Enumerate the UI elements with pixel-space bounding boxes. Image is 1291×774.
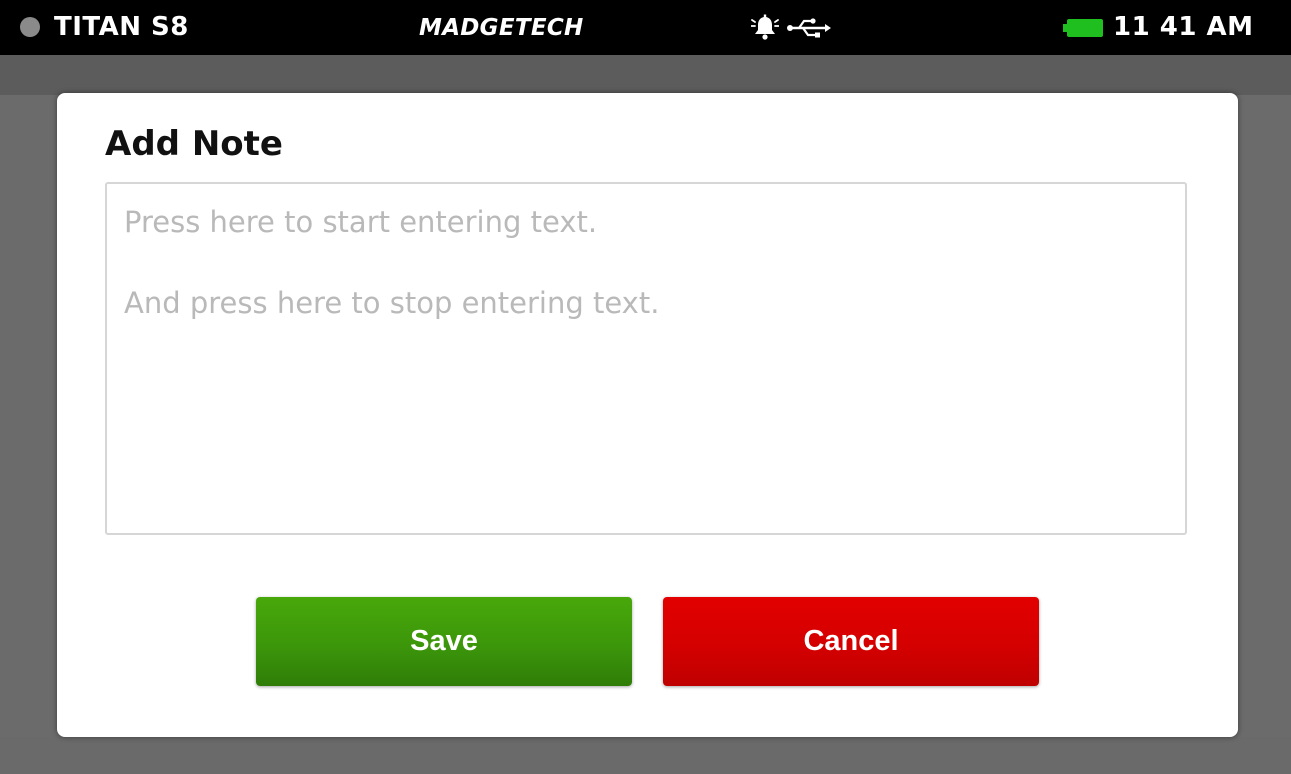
add-note-dialog: Add Note Press here to start entering te… <box>57 93 1238 737</box>
cancel-button[interactable]: Cancel <box>663 597 1039 686</box>
note-text-field[interactable]: Press here to start entering text. And p… <box>105 182 1187 535</box>
device-name: TITAN S8 <box>54 12 189 42</box>
save-button[interactable]: Save <box>256 597 632 686</box>
backdrop-bottom <box>0 737 1291 774</box>
battery-icon <box>1063 19 1103 37</box>
status-bar: TITAN S8 MADGETECH 11 41 AM <box>0 0 1291 55</box>
usb-icon <box>787 18 831 38</box>
clock: 11 41 AM <box>1113 12 1254 42</box>
dialog-title: Add Note <box>105 124 283 164</box>
brand-logo: MADGETECH <box>419 15 584 41</box>
backdrop-strip <box>0 55 1291 95</box>
stop-entry-hint[interactable]: And press here to stop entering text. <box>124 285 659 321</box>
start-entry-hint[interactable]: Press here to start entering text. <box>124 204 597 240</box>
status-dot-icon <box>20 17 40 37</box>
alarm-bell-icon <box>751 14 779 40</box>
